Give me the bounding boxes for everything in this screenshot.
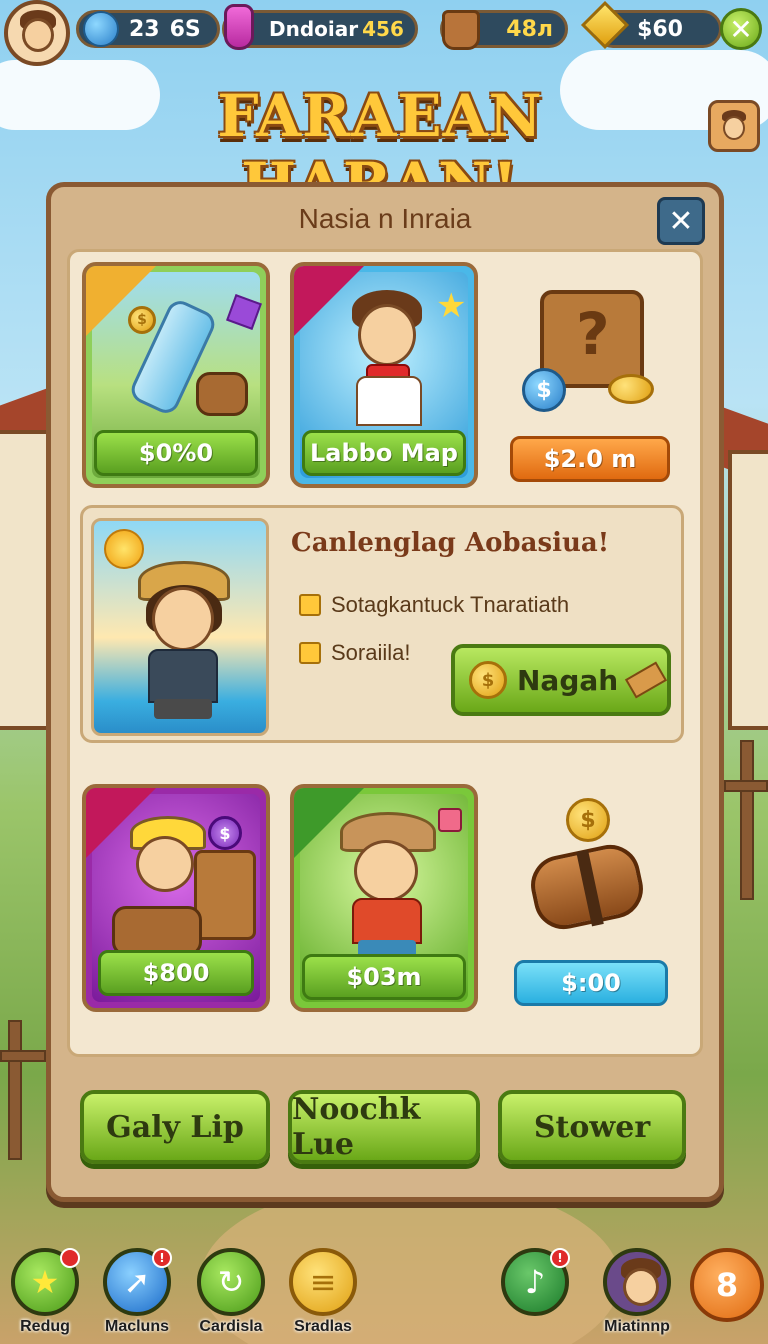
purple-coin-icon: $ — [208, 816, 242, 850]
nav-label: Cardisla — [199, 1318, 263, 1335]
gold-coin-icon: $ — [566, 798, 610, 842]
shop-card[interactable]: ? $ $2.0 m — [498, 268, 678, 488]
refresh-icon: ↻ — [197, 1248, 265, 1316]
ribbon-tag — [294, 788, 364, 858]
feature-item: Soraiila! — [299, 640, 410, 666]
vest — [352, 898, 422, 944]
feature-art — [91, 518, 269, 736]
blue-gem-icon — [83, 11, 119, 47]
wood-bucket-icon — [442, 10, 480, 50]
boy-face — [358, 304, 416, 366]
card-price[interactable]: $2.0 m — [510, 436, 670, 482]
fence-post — [8, 1020, 22, 1160]
shop-card[interactable]: $ $:00 — [504, 790, 680, 1012]
nav-item-monkey[interactable]: 8 — [690, 1248, 764, 1338]
girl-face — [152, 587, 214, 651]
ribbon-tag — [294, 266, 364, 336]
shop-card[interactable]: $ $0%0 — [82, 262, 270, 488]
add-currency-button[interactable]: ✕ — [720, 8, 762, 50]
feature-button-label: Nagah — [517, 663, 619, 697]
checkbox-icon — [299, 642, 321, 664]
shop-card[interactable]: $03m — [290, 784, 478, 1012]
nav-item-miatinnp[interactable]: Miatinnp — [600, 1248, 674, 1338]
stat-a: 23 — [129, 16, 160, 42]
notification-badge: ! — [550, 1248, 570, 1268]
coin-icon: $ — [469, 661, 507, 699]
feature-banner: Canlenglag Aobasiua! Sotagkantuck Tnarat… — [80, 505, 684, 743]
feature-item-label: Sotagkantuck Tnaratiath — [331, 592, 570, 617]
purple-gem-icon — [226, 294, 262, 330]
ribbon-tag — [86, 788, 156, 858]
barrel-icon — [112, 906, 202, 956]
nav-label: Redug — [20, 1318, 70, 1335]
notification-badge — [60, 1248, 80, 1268]
action-button-3[interactable]: Stower — [498, 1090, 686, 1164]
face — [22, 18, 54, 52]
card-price[interactable]: $:00 — [514, 960, 668, 1006]
notification-badge: ! — [152, 1248, 172, 1268]
coin-stack-icon: ≡ — [289, 1248, 357, 1316]
profile-icon — [719, 110, 749, 142]
nav-item-cardisla[interactable]: ↻ Cardisla — [194, 1248, 268, 1338]
gold-coin-stack — [608, 374, 654, 404]
wood-plank-icon — [625, 661, 668, 699]
feature-item: Sotagkantuck Tnaratiath — [299, 592, 569, 618]
shorts — [154, 699, 212, 719]
nav-label: Miatinnp — [604, 1318, 670, 1335]
chest-icon — [194, 850, 256, 940]
avatar-icon — [603, 1248, 671, 1316]
dollar-coin-icon: $ — [522, 368, 566, 412]
fence-rail — [724, 780, 768, 792]
wood-count: 48л — [506, 16, 553, 42]
card-price[interactable]: Labbo Map — [302, 430, 466, 476]
close-button[interactable]: ✕ — [657, 197, 705, 245]
shirt — [356, 376, 422, 426]
feature-title: Canlenglag Aobasiua! — [291, 528, 610, 558]
checkbox-icon — [299, 594, 321, 616]
monkey-icon: 8 — [690, 1248, 764, 1322]
gift-icon — [438, 808, 462, 832]
vest — [148, 649, 218, 703]
stat-b: 6S — [169, 16, 201, 42]
shop-card[interactable]: ★ Labbo Map — [290, 262, 478, 488]
question-mark: ? — [576, 300, 610, 368]
nav-item-sradlas[interactable]: ≡ Sradlas — [286, 1248, 360, 1338]
nav-item-redug[interactable]: ★ Redug — [8, 1248, 82, 1338]
house-right — [728, 450, 768, 730]
sun-icon — [104, 529, 144, 569]
stats-pill: 23 6S — [76, 10, 220, 48]
feature-item-label: Soraiila! — [331, 640, 411, 665]
card-price[interactable]: $0%0 — [94, 430, 258, 476]
barrel-icon — [196, 372, 248, 416]
top-bar: 23 6S Dndoiar 456 48л $60 ✕ — [0, 0, 768, 66]
game-title: FARAEAN HARAN! — [217, 82, 543, 218]
potion-icon — [224, 4, 254, 50]
gem-count: $60 — [637, 16, 683, 42]
player-name: Dndoiar — [269, 17, 359, 41]
profile-button[interactable] — [708, 100, 760, 152]
fence-post — [740, 740, 754, 900]
panel-header: Nasia n Inraia ✕ — [51, 187, 719, 257]
action-button-1[interactable]: Galy Lip — [80, 1090, 270, 1164]
star-icon: ★ — [436, 286, 467, 326]
fence-rail — [0, 1050, 46, 1062]
player-avatar[interactable] — [4, 0, 70, 66]
nav-item-music[interactable]: ♪ ! — [498, 1248, 572, 1338]
house-left — [0, 430, 50, 730]
player-level: 456 — [362, 17, 404, 41]
action-button-2[interactable]: Noochk Lue — [288, 1090, 480, 1164]
nav-label: Sradlas — [294, 1318, 352, 1335]
nav-label: Macluns — [104, 1318, 169, 1335]
nav-item-macluns[interactable]: ➚ ! Macluns — [100, 1248, 174, 1338]
panel-title: Nasia n Inraia — [298, 203, 472, 234]
card-price[interactable]: $03m — [302, 954, 466, 1000]
card-price[interactable]: $800 — [98, 950, 254, 996]
ribbon-tag — [86, 266, 156, 336]
shop-card[interactable]: $ $800 — [82, 784, 270, 1012]
feature-button[interactable]: $ Nagah — [451, 644, 671, 716]
